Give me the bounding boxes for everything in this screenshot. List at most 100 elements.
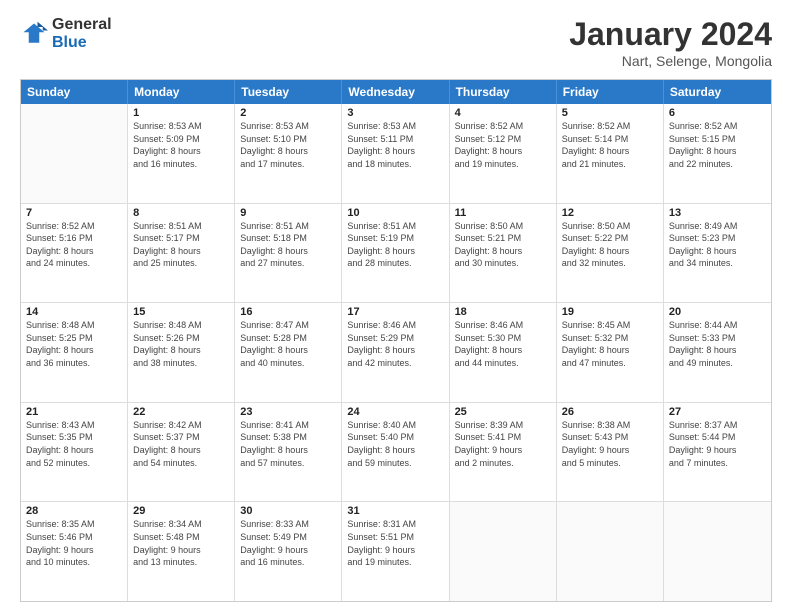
day-info: Sunrise: 8:46 AMSunset: 5:30 PMDaylight:…	[455, 319, 551, 369]
sunset-text: Sunset: 5:29 PM	[347, 332, 443, 345]
day-info: Sunrise: 8:46 AMSunset: 5:29 PMDaylight:…	[347, 319, 443, 369]
calendar-cell-w3-d4: 17Sunrise: 8:46 AMSunset: 5:29 PMDayligh…	[342, 303, 449, 402]
daylight-text-2: and 36 minutes.	[26, 357, 122, 370]
calendar-cell-w3-d6: 19Sunrise: 8:45 AMSunset: 5:32 PMDayligh…	[557, 303, 664, 402]
daylight-text-1: Daylight: 8 hours	[240, 245, 336, 258]
sunrise-text: Sunrise: 8:48 AM	[26, 319, 122, 332]
daylight-text-1: Daylight: 9 hours	[240, 544, 336, 557]
daylight-text-1: Daylight: 8 hours	[669, 145, 766, 158]
sunset-text: Sunset: 5:51 PM	[347, 531, 443, 544]
daylight-text-1: Daylight: 8 hours	[26, 444, 122, 457]
header-saturday: Saturday	[664, 80, 771, 104]
day-number: 27	[669, 406, 766, 418]
daylight-text-2: and 44 minutes.	[455, 357, 551, 370]
day-number: 26	[562, 406, 658, 418]
sunrise-text: Sunrise: 8:51 AM	[347, 220, 443, 233]
day-number: 20	[669, 306, 766, 318]
sunrise-text: Sunrise: 8:49 AM	[669, 220, 766, 233]
daylight-text-2: and 28 minutes.	[347, 257, 443, 270]
day-info: Sunrise: 8:47 AMSunset: 5:28 PMDaylight:…	[240, 319, 336, 369]
day-info: Sunrise: 8:53 AMSunset: 5:09 PMDaylight:…	[133, 120, 229, 170]
daylight-text-2: and 49 minutes.	[669, 357, 766, 370]
sunrise-text: Sunrise: 8:31 AM	[347, 518, 443, 531]
sunset-text: Sunset: 5:21 PM	[455, 232, 551, 245]
sunset-text: Sunset: 5:38 PM	[240, 431, 336, 444]
day-info: Sunrise: 8:49 AMSunset: 5:23 PMDaylight:…	[669, 220, 766, 270]
sunrise-text: Sunrise: 8:52 AM	[455, 120, 551, 133]
daylight-text-1: Daylight: 9 hours	[669, 444, 766, 457]
sunrise-text: Sunrise: 8:53 AM	[347, 120, 443, 133]
day-number: 12	[562, 207, 658, 219]
daylight-text-1: Daylight: 8 hours	[455, 245, 551, 258]
day-info: Sunrise: 8:50 AMSunset: 5:22 PMDaylight:…	[562, 220, 658, 270]
calendar-header: Sunday Monday Tuesday Wednesday Thursday…	[21, 80, 771, 104]
daylight-text-2: and 16 minutes.	[240, 556, 336, 569]
sunset-text: Sunset: 5:10 PM	[240, 133, 336, 146]
sunrise-text: Sunrise: 8:37 AM	[669, 419, 766, 432]
daylight-text-1: Daylight: 8 hours	[133, 444, 229, 457]
daylight-text-2: and 24 minutes.	[26, 257, 122, 270]
day-number: 28	[26, 505, 122, 517]
sunset-text: Sunset: 5:40 PM	[347, 431, 443, 444]
sunset-text: Sunset: 5:48 PM	[133, 531, 229, 544]
day-info: Sunrise: 8:42 AMSunset: 5:37 PMDaylight:…	[133, 419, 229, 469]
day-info: Sunrise: 8:33 AMSunset: 5:49 PMDaylight:…	[240, 518, 336, 568]
calendar-cell-w3-d5: 18Sunrise: 8:46 AMSunset: 5:30 PMDayligh…	[450, 303, 557, 402]
sunset-text: Sunset: 5:22 PM	[562, 232, 658, 245]
calendar-cell-w2-d6: 12Sunrise: 8:50 AMSunset: 5:22 PMDayligh…	[557, 204, 664, 303]
daylight-text-2: and 54 minutes.	[133, 457, 229, 470]
day-number: 4	[455, 107, 551, 119]
daylight-text-1: Daylight: 8 hours	[240, 444, 336, 457]
day-number: 31	[347, 505, 443, 517]
daylight-text-2: and 21 minutes.	[562, 158, 658, 171]
daylight-text-1: Daylight: 9 hours	[133, 544, 229, 557]
day-info: Sunrise: 8:52 AMSunset: 5:14 PMDaylight:…	[562, 120, 658, 170]
sunrise-text: Sunrise: 8:51 AM	[133, 220, 229, 233]
daylight-text-2: and 38 minutes.	[133, 357, 229, 370]
sunrise-text: Sunrise: 8:40 AM	[347, 419, 443, 432]
daylight-text-2: and 57 minutes.	[240, 457, 336, 470]
day-number: 30	[240, 505, 336, 517]
sunset-text: Sunset: 5:16 PM	[26, 232, 122, 245]
sunset-text: Sunset: 5:37 PM	[133, 431, 229, 444]
daylight-text-1: Daylight: 8 hours	[669, 245, 766, 258]
calendar-cell-w5-d4: 31Sunrise: 8:31 AMSunset: 5:51 PMDayligh…	[342, 502, 449, 601]
calendar-cell-w2-d5: 11Sunrise: 8:50 AMSunset: 5:21 PMDayligh…	[450, 204, 557, 303]
sunset-text: Sunset: 5:35 PM	[26, 431, 122, 444]
sunset-text: Sunset: 5:46 PM	[26, 531, 122, 544]
day-info: Sunrise: 8:39 AMSunset: 5:41 PMDaylight:…	[455, 419, 551, 469]
daylight-text-2: and 2 minutes.	[455, 457, 551, 470]
sunset-text: Sunset: 5:17 PM	[133, 232, 229, 245]
day-info: Sunrise: 8:38 AMSunset: 5:43 PMDaylight:…	[562, 419, 658, 469]
calendar-cell-w3-d3: 16Sunrise: 8:47 AMSunset: 5:28 PMDayligh…	[235, 303, 342, 402]
daylight-text-2: and 7 minutes.	[669, 457, 766, 470]
calendar-cell-w4-d2: 22Sunrise: 8:42 AMSunset: 5:37 PMDayligh…	[128, 403, 235, 502]
header-tuesday: Tuesday	[235, 80, 342, 104]
day-number: 23	[240, 406, 336, 418]
calendar-cell-w3-d7: 20Sunrise: 8:44 AMSunset: 5:33 PMDayligh…	[664, 303, 771, 402]
day-info: Sunrise: 8:50 AMSunset: 5:21 PMDaylight:…	[455, 220, 551, 270]
calendar-cell-w2-d2: 8Sunrise: 8:51 AMSunset: 5:17 PMDaylight…	[128, 204, 235, 303]
sunrise-text: Sunrise: 8:52 AM	[669, 120, 766, 133]
sunrise-text: Sunrise: 8:50 AM	[455, 220, 551, 233]
calendar-week-5: 28Sunrise: 8:35 AMSunset: 5:46 PMDayligh…	[21, 502, 771, 601]
logo-general-text: General	[52, 16, 112, 34]
sunrise-text: Sunrise: 8:52 AM	[26, 220, 122, 233]
day-info: Sunrise: 8:35 AMSunset: 5:46 PMDaylight:…	[26, 518, 122, 568]
daylight-text-1: Daylight: 8 hours	[347, 245, 443, 258]
sunset-text: Sunset: 5:12 PM	[455, 133, 551, 146]
daylight-text-1: Daylight: 9 hours	[347, 544, 443, 557]
header-wednesday: Wednesday	[342, 80, 449, 104]
sunrise-text: Sunrise: 8:35 AM	[26, 518, 122, 531]
day-info: Sunrise: 8:53 AMSunset: 5:10 PMDaylight:…	[240, 120, 336, 170]
calendar-cell-w1-d5: 4Sunrise: 8:52 AMSunset: 5:12 PMDaylight…	[450, 104, 557, 203]
day-info: Sunrise: 8:45 AMSunset: 5:32 PMDaylight:…	[562, 319, 658, 369]
daylight-text-2: and 16 minutes.	[133, 158, 229, 171]
header: General Blue January 2024 Nart, Selenge,…	[20, 16, 772, 69]
daylight-text-2: and 34 minutes.	[669, 257, 766, 270]
calendar-week-4: 21Sunrise: 8:43 AMSunset: 5:35 PMDayligh…	[21, 403, 771, 503]
daylight-text-2: and 40 minutes.	[240, 357, 336, 370]
daylight-text-1: Daylight: 8 hours	[669, 344, 766, 357]
daylight-text-2: and 32 minutes.	[562, 257, 658, 270]
calendar-cell-w2-d3: 9Sunrise: 8:51 AMSunset: 5:18 PMDaylight…	[235, 204, 342, 303]
